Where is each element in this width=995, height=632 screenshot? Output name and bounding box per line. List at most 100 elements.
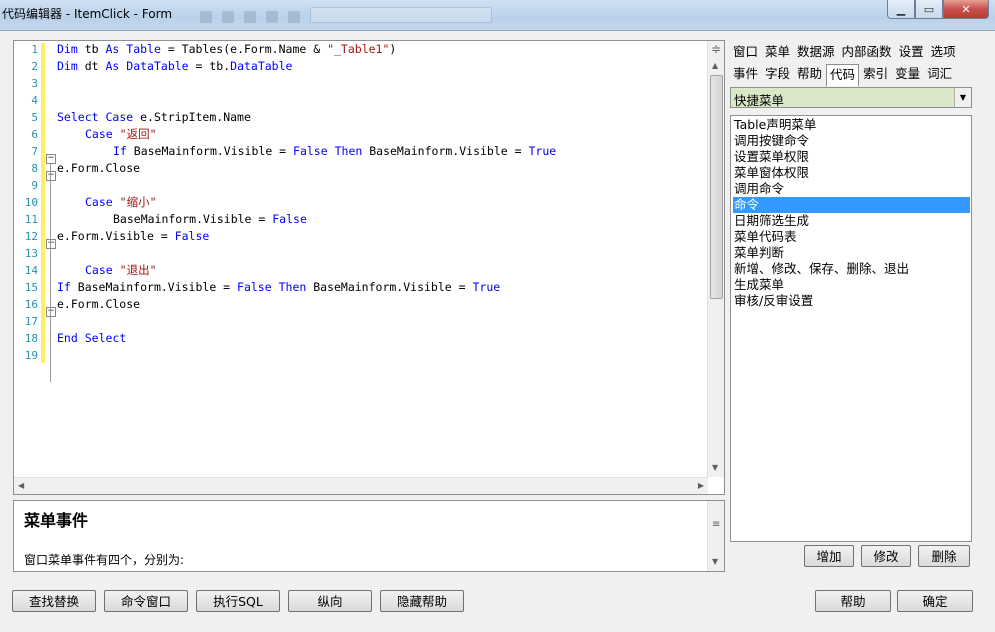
- line-number: 15: [24, 281, 38, 294]
- line-number: 10: [24, 196, 38, 209]
- line-number: 16: [24, 298, 38, 311]
- tab-row2-3[interactable]: 代码: [826, 64, 860, 86]
- code-line: e.Form.Close: [57, 161, 141, 175]
- tab-row-2: 事件 字段 帮助 代码 索引 变量 词汇: [730, 64, 956, 86]
- snippet-list-item[interactable]: Table声明菜单: [733, 117, 970, 133]
- line-number: 13: [24, 247, 38, 260]
- code-line: If BaseMainform.Visible = False Then Bas…: [57, 280, 501, 294]
- fold-toggle-icon[interactable]: −: [46, 154, 56, 164]
- fold-toggle-icon[interactable]: −: [46, 239, 56, 249]
- tab-row2-4[interactable]: 索引: [860, 64, 891, 84]
- scroll-thumb-icon[interactable]: ≡: [712, 519, 720, 530]
- toolbar-icon: [222, 11, 234, 23]
- tab-row1-3[interactable]: 内部函数: [839, 42, 895, 62]
- split-handle-icon[interactable]: ≑: [711, 42, 721, 56]
- snippet-list-item[interactable]: 新增、修改、保存、删除、退出: [733, 261, 970, 277]
- help-heading: 菜单事件: [24, 511, 89, 530]
- toolbar-icon: [200, 11, 212, 23]
- toolbar-icon: [244, 11, 256, 23]
- line-number: 18: [24, 332, 38, 345]
- category-dropdown[interactable]: 快捷菜单 ▼: [730, 87, 972, 108]
- tab-row1-4[interactable]: 设置: [896, 42, 927, 62]
- code-line: End Select: [57, 331, 127, 345]
- tab-row2-0[interactable]: 事件: [730, 64, 761, 84]
- help-button[interactable]: 帮助: [815, 590, 891, 612]
- fold-toggle-icon[interactable]: −: [46, 307, 56, 317]
- maximize-icon: ▭: [923, 2, 935, 16]
- tab-row1-5[interactable]: 选项: [928, 42, 959, 62]
- code-line: Dim dt As DataTable = tb.DataTable: [57, 59, 293, 73]
- editor-vertical-scrollbar[interactable]: ≑ ▲ ▼: [707, 41, 724, 477]
- code-line: Select Case e.StripItem.Name: [57, 110, 251, 124]
- snippet-list-item[interactable]: 设置菜单权限: [733, 149, 970, 165]
- tab-row2-6[interactable]: 词汇: [924, 64, 955, 84]
- find-replace-button[interactable]: 查找替换: [12, 590, 96, 612]
- window-title: 代码编辑器 - ItemClick - Form: [2, 7, 173, 21]
- tab-row1-1[interactable]: 菜单: [762, 42, 793, 62]
- scroll-down-icon[interactable]: ▼: [712, 463, 718, 472]
- line-number: 6: [31, 128, 38, 141]
- scroll-down-icon[interactable]: ▼: [712, 557, 718, 566]
- line-number: 11: [24, 213, 38, 226]
- maximize-button[interactable]: ▭: [915, 0, 943, 19]
- snippet-list[interactable]: Table声明菜单 调用按键命令 设置菜单权限 菜单窗体权限 调用命令 命令 日期筛选生成菜…: [730, 115, 972, 542]
- line-number: 3: [31, 77, 38, 90]
- code-line: e.Form.Close: [57, 297, 141, 311]
- scroll-thumb[interactable]: [710, 75, 723, 299]
- toolbar-combo: [310, 7, 492, 23]
- change-marker: [41, 43, 45, 363]
- tab-row2-2[interactable]: 帮助: [794, 64, 825, 84]
- tab-row1-2[interactable]: 数据源: [794, 42, 838, 62]
- add-button[interactable]: 增加: [804, 545, 854, 567]
- line-number: 14: [24, 264, 38, 277]
- edit-button[interactable]: 修改: [861, 545, 911, 567]
- code-editor[interactable]: 12345678910111213141516171819 − − − − Di…: [13, 40, 725, 495]
- code-line: Case "返回": [85, 127, 157, 141]
- close-icon: ✕: [961, 2, 971, 16]
- vertical-layout-button[interactable]: 纵向: [288, 590, 372, 612]
- scroll-up-icon[interactable]: ▲: [712, 61, 718, 70]
- snippet-list-item[interactable]: 调用按键命令: [733, 133, 970, 149]
- tab-row-1: 窗口 菜单 数据源 内部函数 设置 选项: [730, 42, 960, 62]
- snippet-list-item[interactable]: 菜单窗体权限: [733, 165, 970, 181]
- hide-help-button[interactable]: 隐藏帮助: [380, 590, 464, 612]
- minimize-button[interactable]: ▁: [887, 0, 915, 19]
- exec-sql-button[interactable]: 执行SQL: [196, 590, 280, 612]
- close-button[interactable]: ✕: [943, 0, 989, 19]
- help-scrollbar[interactable]: ≡ ▼: [707, 501, 724, 571]
- snippet-list-item[interactable]: 菜单代码表: [733, 229, 970, 245]
- delete-button[interactable]: 删除: [918, 545, 970, 567]
- snippet-list-item[interactable]: 调用命令: [733, 181, 970, 197]
- line-number: 12: [24, 230, 38, 243]
- line-number: 2: [31, 60, 38, 73]
- line-number: 5: [31, 111, 38, 124]
- fold-guide: [50, 164, 51, 382]
- chevron-down-icon[interactable]: ▼: [954, 88, 971, 107]
- tab-row2-1[interactable]: 字段: [762, 64, 793, 84]
- quick-access-toolbar: [200, 7, 550, 23]
- minimize-icon: ▁: [896, 2, 906, 16]
- editor-horizontal-scrollbar[interactable]: ◀ ▶: [14, 477, 708, 494]
- snippet-list-item[interactable]: 日期筛选生成: [733, 213, 970, 229]
- toolbar-icon: [266, 11, 278, 23]
- line-number: 1: [31, 43, 38, 56]
- ok-button[interactable]: 确定: [897, 590, 973, 612]
- scroll-right-icon[interactable]: ▶: [698, 481, 704, 490]
- help-text: 窗口菜单事件有四个，分别为:: [24, 553, 185, 567]
- line-number: 9: [31, 179, 38, 192]
- code-line: e.Form.Visible = False: [57, 229, 210, 243]
- code-line: Case "退出": [85, 263, 157, 277]
- command-window-button[interactable]: 命令窗口: [104, 590, 188, 612]
- line-number: 17: [24, 315, 38, 328]
- snippet-list-item[interactable]: 审核/反审设置: [733, 293, 970, 309]
- tab-row1-0[interactable]: 窗口: [730, 42, 761, 62]
- scroll-left-icon[interactable]: ◀: [18, 481, 24, 490]
- snippet-list-item[interactable]: 菜单判断: [733, 245, 970, 261]
- fold-toggle-icon[interactable]: −: [46, 171, 56, 181]
- line-number: 7: [31, 145, 38, 158]
- toolbar-icon: [288, 11, 300, 23]
- snippet-list-item[interactable]: 生成菜单: [733, 277, 970, 293]
- snippet-list-item[interactable]: 命令: [733, 197, 970, 213]
- code-line: Case "缩小": [85, 195, 157, 209]
- tab-row2-5[interactable]: 变量: [892, 64, 923, 84]
